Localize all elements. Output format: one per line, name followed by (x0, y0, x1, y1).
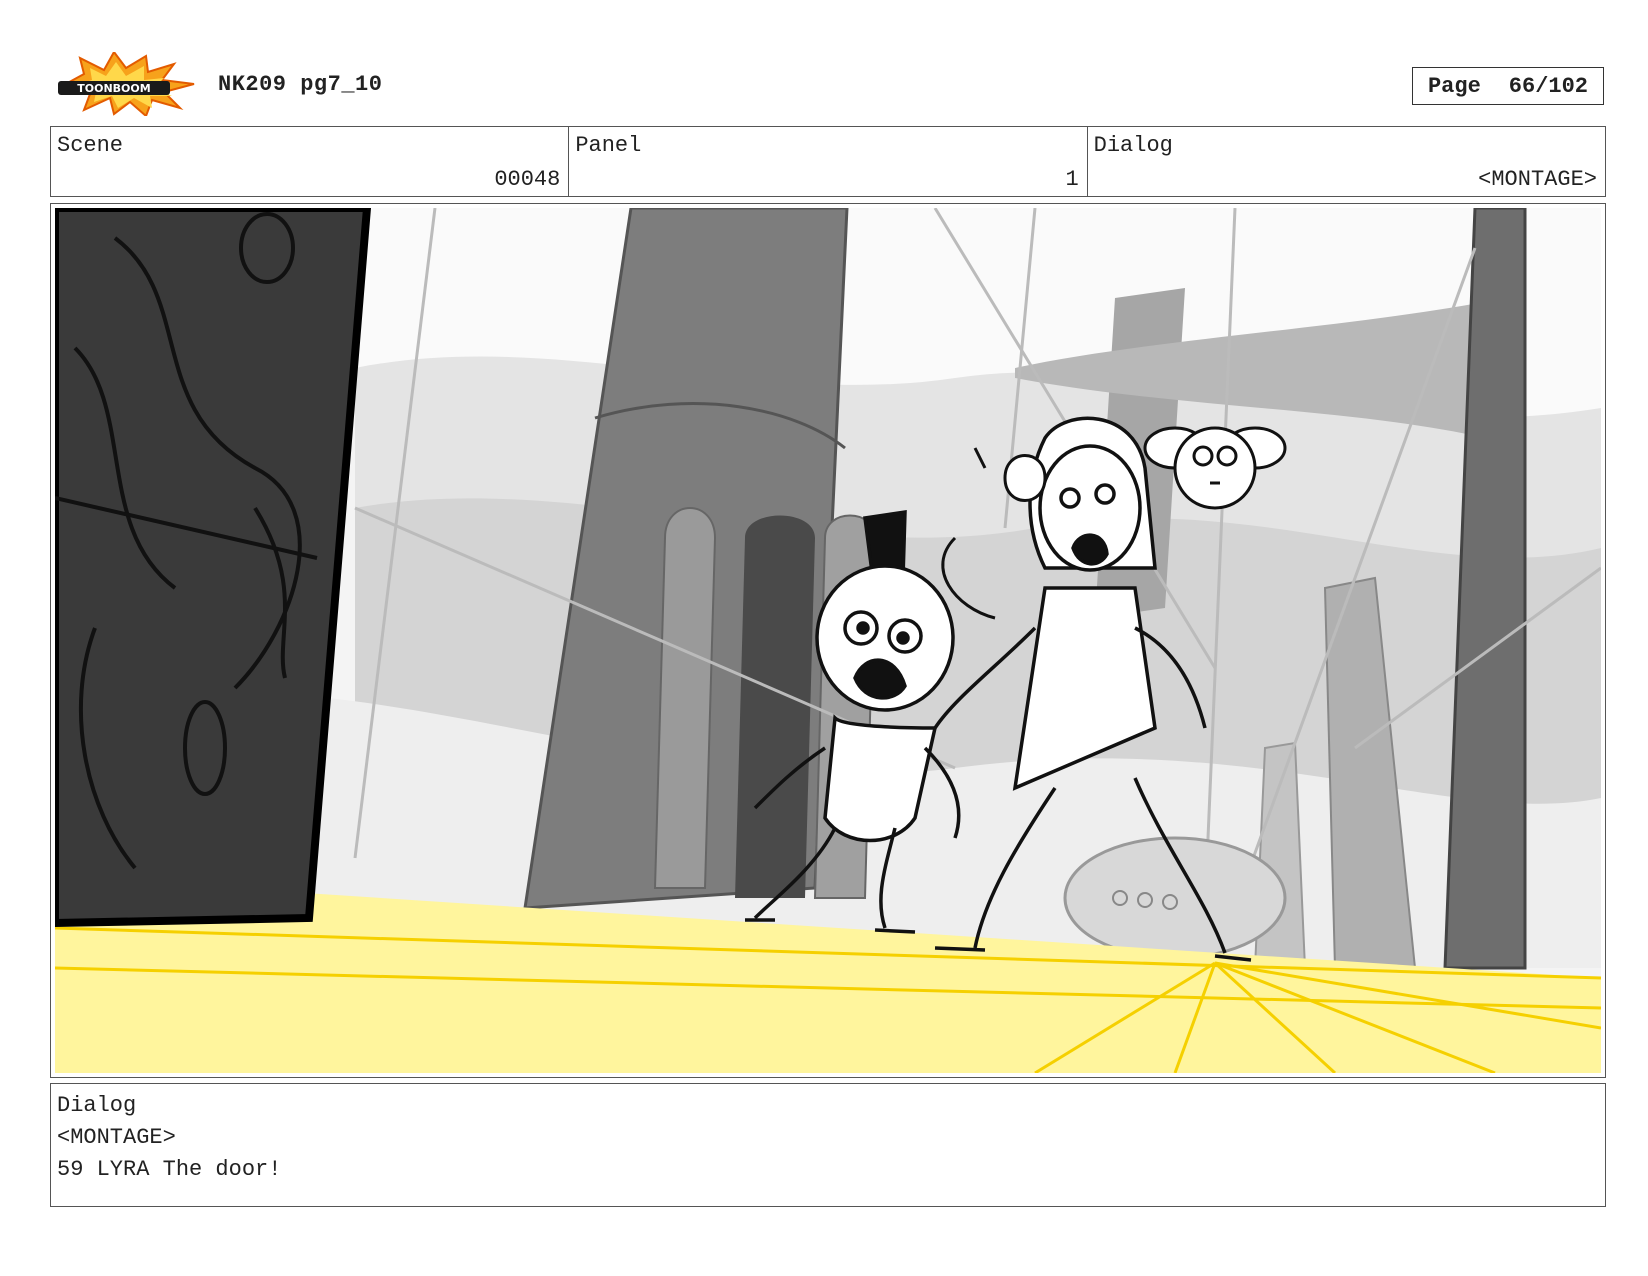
dialog-box-label: Dialog (57, 1093, 137, 1118)
dialog-box: Dialog <MONTAGE> 59 LYRA The door! (50, 1083, 1606, 1207)
panel-label: Panel (575, 133, 642, 158)
dialog-cell: Dialog <MONTAGE> (1088, 127, 1605, 196)
page-indicator: Page 66/102 (1412, 67, 1604, 105)
storyboard-panel (50, 203, 1606, 1078)
dialog-label: Dialog (1093, 133, 1173, 158)
dialog-line-montage: <MONTAGE> (57, 1125, 176, 1150)
scene-value: 00048 (494, 167, 561, 192)
scene-cell: Scene 00048 (51, 127, 570, 196)
dialog-value: <MONTAGE> (1478, 167, 1597, 192)
panel-drawing (55, 208, 1601, 1073)
panel-value: 1 (1065, 167, 1079, 192)
panel-cell: Panel 1 (569, 127, 1088, 196)
toonboom-logo: TOONBOOM (54, 50, 196, 118)
scene-label: Scene (57, 133, 124, 158)
svg-text:TOONBOOM: TOONBOOM (77, 82, 150, 95)
page-label: Page (1427, 73, 1481, 99)
dialog-line-speech: 59 LYRA The door! (57, 1157, 282, 1182)
document-title: NK209 pg7_10 (218, 72, 383, 97)
info-row: Scene 00048 Panel 1 Dialog <MONTAGE> (50, 126, 1606, 197)
page-number: 66/102 (1508, 73, 1589, 99)
